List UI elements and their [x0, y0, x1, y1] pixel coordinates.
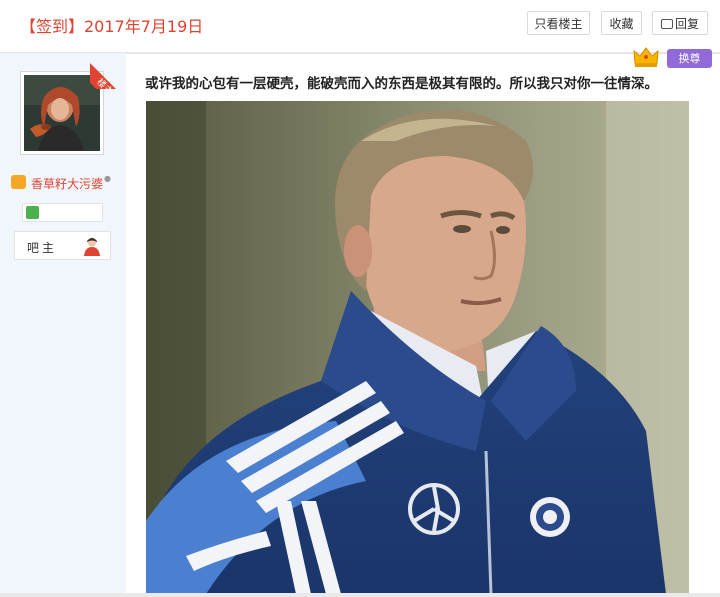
op-ribbon: 楼主: [90, 53, 126, 89]
vip-icon: [11, 175, 26, 189]
post-header: 【签到】2017年7月19日 只看楼主 收藏 回复: [0, 0, 720, 53]
favorite-button[interactable]: 收藏: [601, 11, 642, 35]
op-tag: 楼主: [90, 61, 126, 89]
post-text: 或许我的心包有一层硬壳，能破壳而入的东西是极其有限的。所以我只对你一往情深。: [145, 76, 658, 92]
avatar-image: [24, 75, 100, 151]
author-sidebar: 楼主 香草籽大污婆 ● 吧主: [0, 53, 126, 597]
reply-button-label: 回复: [674, 17, 699, 31]
moderator-icon: [84, 237, 100, 256]
badge-box: [22, 203, 103, 222]
post-title: 【签到】2017年7月19日: [20, 17, 204, 36]
only-op-button[interactable]: 只看楼主: [527, 11, 590, 35]
reply-button[interactable]: 回复: [652, 11, 708, 35]
swap-button[interactable]: 换尊: [667, 49, 712, 68]
user-name[interactable]: 香草籽大污婆: [31, 175, 103, 192]
user-name-row: 香草籽大污婆 ●: [11, 174, 121, 192]
content-divider: [126, 53, 720, 54]
reply-icon: [660, 19, 673, 29]
rank-label: 吧主: [27, 241, 58, 255]
post-image[interactable]: [146, 101, 689, 594]
gender-icon: ●: [104, 174, 111, 183]
bottom-divider: [0, 593, 720, 597]
crown-icon: [633, 47, 659, 67]
rank-box: 吧主: [14, 231, 111, 260]
badge-icon[interactable]: [26, 206, 39, 219]
